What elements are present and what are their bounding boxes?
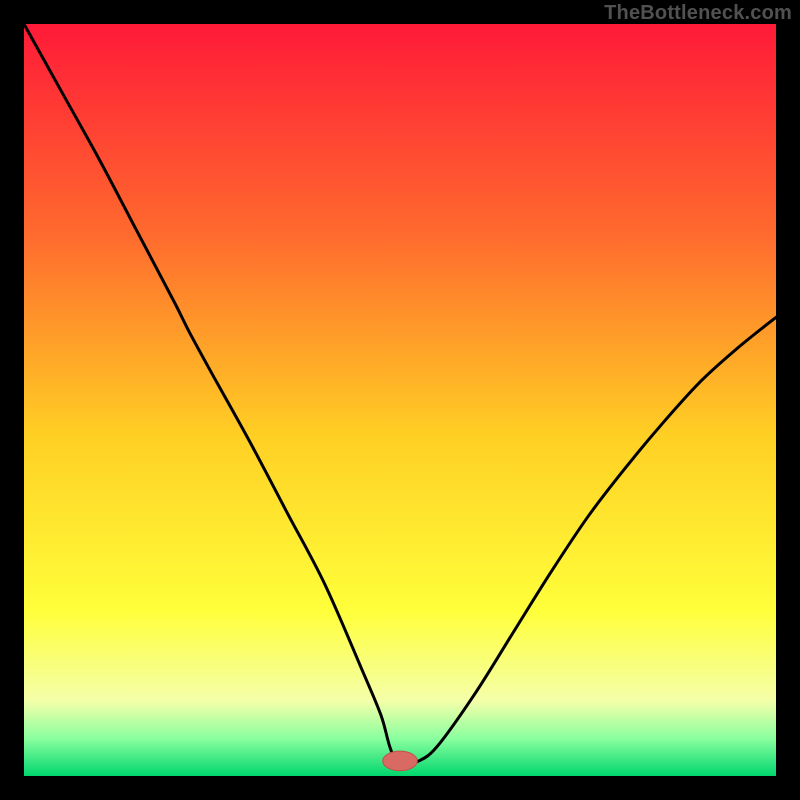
minimum-marker: [383, 751, 418, 771]
chart-svg: [24, 24, 776, 776]
plot-area: [24, 24, 776, 776]
chart-frame: TheBottleneck.com: [0, 0, 800, 800]
watermark-label: TheBottleneck.com: [604, 2, 792, 25]
gradient-rect: [24, 24, 776, 776]
